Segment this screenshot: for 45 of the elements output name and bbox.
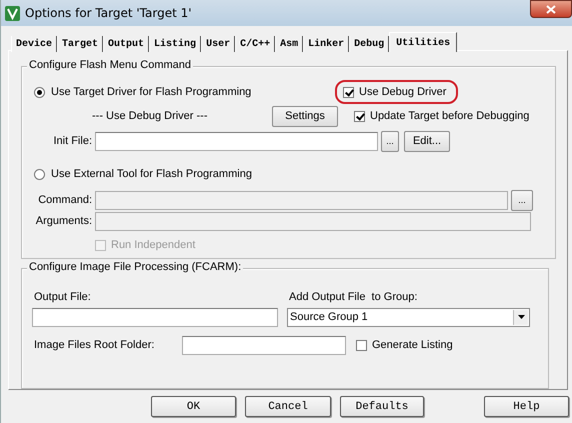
tab[interactable]: Device <box>11 36 58 52</box>
checkbox-label: Update Target before Debugging <box>370 110 530 122</box>
field-label: Init File: <box>52 135 92 147</box>
checkbox[interactable] <box>343 86 354 98</box>
tab[interactable]: User <box>201 36 236 52</box>
group-legend: Configure Flash Menu Command <box>27 59 194 71</box>
tab[interactable]: Debug <box>349 36 390 52</box>
tab[interactable]: Output <box>103 36 150 52</box>
radio-label: Use External Tool for Flash Programming <box>51 168 252 180</box>
close-button[interactable] <box>530 0 572 18</box>
close-icon <box>546 4 556 14</box>
radio-label: Use Target Driver for Flash Programming <box>51 86 252 98</box>
browse-button[interactable]: ... <box>381 130 399 152</box>
window-title: Options for Target 'Target 1' <box>25 6 192 20</box>
dialog-button[interactable]: Help <box>484 396 569 417</box>
output-file-field[interactable] <box>32 308 278 326</box>
checkbox[interactable] <box>356 340 367 350</box>
tab[interactable]: Utilities <box>389 32 458 52</box>
radio-button[interactable] <box>34 86 45 98</box>
checkbox-label: Run Independent <box>111 239 196 251</box>
field-label: Command: <box>37 194 92 206</box>
driver-name: --- Use Debug Driver --- <box>92 110 209 122</box>
edit-button[interactable]: Edit... <box>404 130 450 152</box>
dialog-button[interactable]: Cancel <box>245 396 331 417</box>
radio-button[interactable] <box>34 168 45 180</box>
tab[interactable]: Linker <box>303 36 350 52</box>
group-dropdown[interactable]: Source Group 1 <box>287 308 530 326</box>
root-folder-field[interactable] <box>182 336 346 354</box>
checkbox[interactable] <box>354 110 365 122</box>
field-label: Arguments: <box>34 215 92 227</box>
tab[interactable]: Listing <box>149 36 202 52</box>
field-label: Image Files Root Folder: <box>34 339 156 351</box>
init-file-field[interactable] <box>95 132 378 150</box>
tab[interactable]: C/C++ <box>235 36 276 52</box>
checkbox-label: Use Debug Driver <box>359 86 446 98</box>
app-icon <box>5 6 20 20</box>
tab[interactable]: Asm <box>275 36 304 52</box>
group-legend: Configure Image File Processing (FCARM): <box>27 261 244 273</box>
tab[interactable]: Target <box>57 36 104 52</box>
dialog-button[interactable]: OK <box>151 396 236 417</box>
checkbox-label: Generate Listing <box>372 339 453 351</box>
field-label: Add Output File to Group: <box>289 291 418 303</box>
field-label: Output File: <box>34 291 92 303</box>
dialog-button[interactable]: Defaults <box>340 396 424 417</box>
settings-button[interactable]: Settings <box>272 106 338 126</box>
